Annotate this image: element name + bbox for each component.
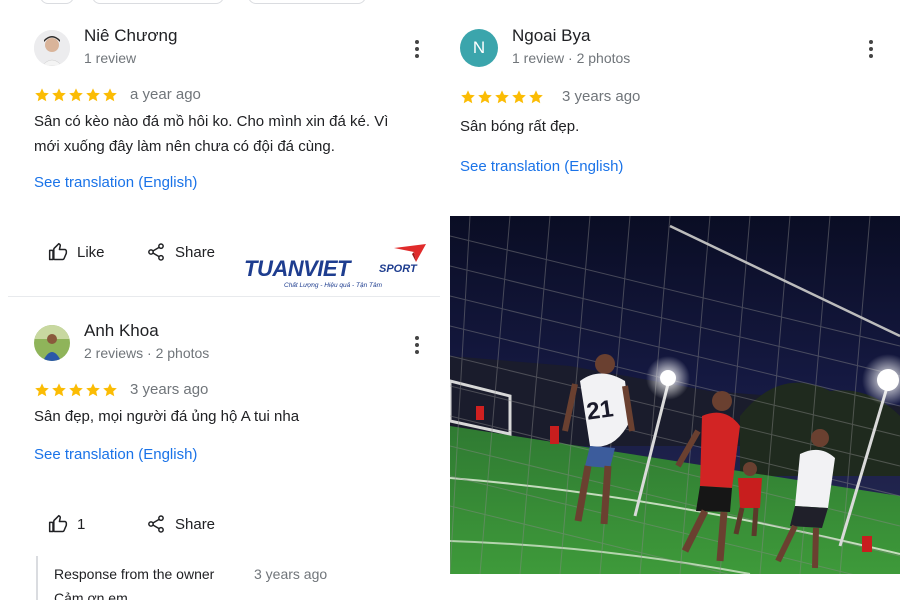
review-divider bbox=[8, 296, 440, 297]
avatar[interactable]: N bbox=[460, 29, 498, 67]
star-icon bbox=[86, 383, 100, 397]
tuanviet-sport-logo: TUANVIET SPORT Chất Lượng - Hiệu quả - T… bbox=[244, 242, 436, 294]
star-icon bbox=[69, 88, 83, 102]
like-button[interactable]: 1 bbox=[48, 514, 85, 534]
review-date: a year ago bbox=[130, 86, 201, 103]
avatar-letter: N bbox=[472, 38, 486, 57]
logo-sport-text: SPORT bbox=[379, 263, 417, 275]
see-translation-link[interactable]: See translation (English) bbox=[460, 158, 623, 175]
star-icon bbox=[512, 90, 526, 104]
top-chip-row bbox=[0, 0, 900, 6]
owner-response-text: Cảm ơn em bbox=[54, 590, 128, 600]
star-icon bbox=[461, 90, 475, 104]
reviewer-name[interactable]: Ngoai Bya bbox=[512, 26, 590, 46]
star-icon bbox=[103, 88, 117, 102]
review-text: Sân bóng rất đẹp. bbox=[460, 118, 580, 135]
review-photo[interactable]: 21 bbox=[450, 216, 900, 574]
star-icon bbox=[52, 88, 66, 102]
share-button[interactable]: Share bbox=[146, 242, 215, 262]
share-icon bbox=[148, 515, 164, 533]
reviewer-meta: 1 review · 2 photos bbox=[512, 50, 631, 66]
star-icon bbox=[86, 88, 100, 102]
avatar[interactable] bbox=[34, 325, 70, 361]
reviewer-name[interactable]: Niê Chương bbox=[84, 26, 177, 46]
see-translation-link[interactable]: See translation (English) bbox=[34, 446, 197, 463]
star-icon bbox=[103, 383, 117, 397]
share-label: Share bbox=[175, 515, 216, 533]
share-label: Share bbox=[175, 243, 216, 261]
star-icon bbox=[478, 90, 492, 104]
star-icon bbox=[35, 383, 49, 397]
star-icon bbox=[52, 383, 66, 397]
star-rating bbox=[460, 89, 544, 105]
share-icon bbox=[148, 243, 164, 261]
see-translation-link[interactable]: See translation (English) bbox=[34, 174, 197, 191]
thumbs-up-icon bbox=[48, 242, 68, 261]
like-button[interactable]: Like bbox=[48, 242, 105, 262]
review-date: 3 years ago bbox=[130, 381, 209, 398]
like-label: Like bbox=[77, 243, 105, 261]
reviewer-meta: 1 review bbox=[84, 50, 137, 66]
star-icon bbox=[529, 90, 543, 104]
chip-stub[interactable] bbox=[92, 0, 224, 4]
avatar[interactable] bbox=[34, 30, 70, 66]
star-icon bbox=[35, 88, 49, 102]
star-icon bbox=[69, 383, 83, 397]
review-date: 3 years ago bbox=[562, 88, 641, 105]
star-rating bbox=[34, 382, 118, 398]
reviewer-name[interactable]: Anh Khoa bbox=[84, 321, 159, 341]
more-options-icon[interactable] bbox=[407, 37, 427, 61]
logo-wordmark: TUANVIET bbox=[244, 256, 351, 281]
chip-stub[interactable] bbox=[40, 0, 74, 4]
owner-response-title: Response from the owner bbox=[54, 566, 215, 582]
owner-response-date: 3 years ago bbox=[254, 566, 328, 582]
review-text: Sân đẹp, mọi người đá ủng hộ A tui nha bbox=[34, 408, 300, 425]
owner-response: Response from the owner 3 years ago Cảm … bbox=[36, 556, 436, 600]
like-count: 1 bbox=[77, 515, 86, 533]
jersey-number: 21 bbox=[585, 395, 615, 425]
reviewer-meta: 2 reviews · 2 photos bbox=[84, 345, 210, 361]
logo-tagline: Chất Lượng - Hiệu quả - Tận Tâm bbox=[284, 282, 383, 289]
more-options-icon[interactable] bbox=[861, 37, 881, 61]
share-button[interactable]: Share bbox=[146, 514, 215, 534]
more-options-icon[interactable] bbox=[407, 333, 427, 357]
star-icon bbox=[495, 90, 509, 104]
thumbs-up-icon bbox=[48, 514, 68, 533]
review-text: Sân có kèo nào đá mồ hôi ko. Cho mình xi… bbox=[34, 113, 389, 155]
star-rating bbox=[34, 87, 118, 103]
chip-stub[interactable] bbox=[248, 0, 366, 4]
